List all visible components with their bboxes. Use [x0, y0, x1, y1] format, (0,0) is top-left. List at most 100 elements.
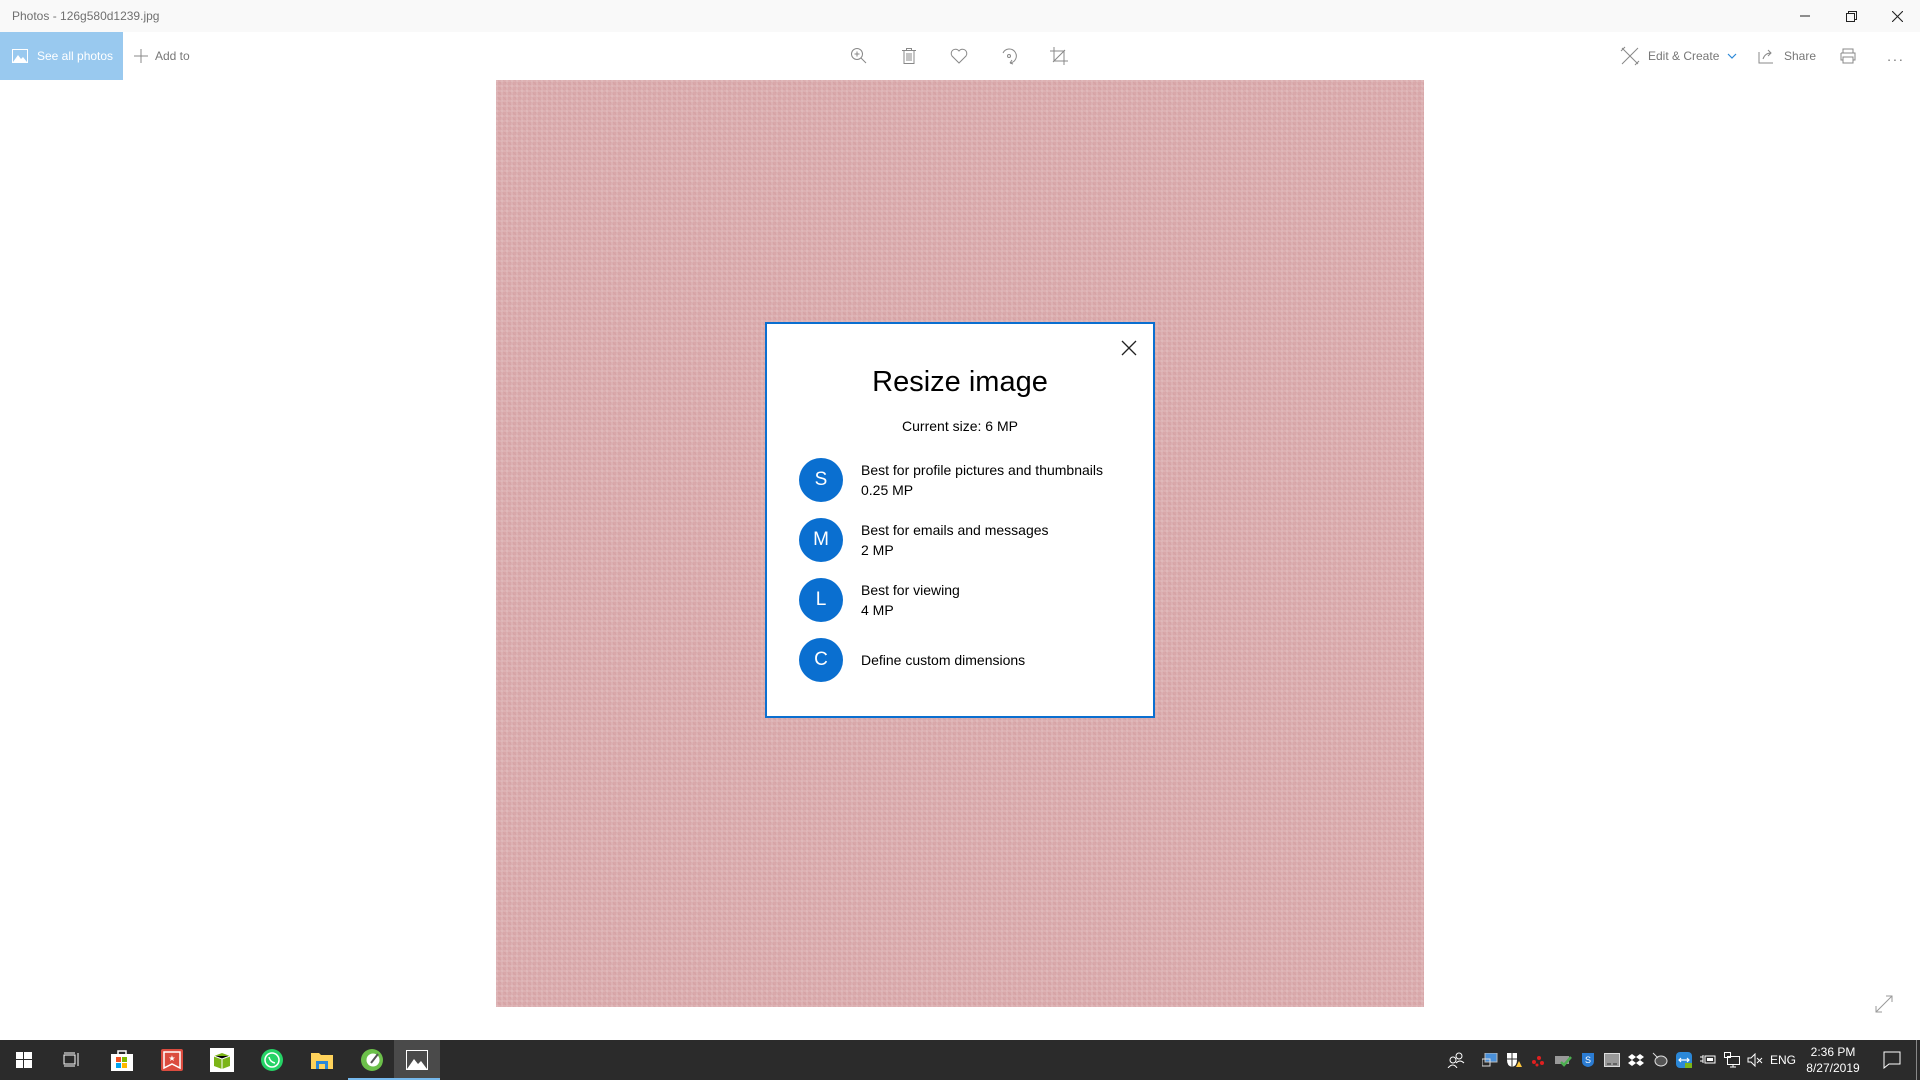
plus-icon [134, 49, 148, 63]
tray-volume[interactable] [1744, 1040, 1766, 1080]
print-button[interactable] [1832, 40, 1864, 72]
app-toolbar: See all photos Add to Edit & Create Shar… [0, 32, 1920, 80]
add-to-button[interactable]: Add to [134, 32, 190, 80]
store-icon [111, 1050, 133, 1071]
resize-option-medium[interactable]: M Best for emails and messages 2 MP [799, 516, 1139, 564]
shield-warning-icon [1507, 1053, 1522, 1067]
start-button[interactable] [0, 1040, 48, 1080]
option-badge: S [799, 458, 843, 502]
crop-button[interactable] [1043, 40, 1075, 72]
close-icon [1121, 340, 1137, 356]
tray-dropbox[interactable] [1626, 1040, 1646, 1080]
photos-icon [406, 1050, 428, 1070]
taskbar-whatsapp[interactable] [248, 1040, 296, 1080]
tray-speaker-device[interactable] [1650, 1040, 1670, 1080]
whatsapp-icon [261, 1049, 283, 1071]
option-badge: L [799, 578, 843, 622]
taskbar-file-explorer[interactable] [298, 1040, 346, 1080]
see-all-photos-button[interactable]: See all photos [0, 32, 123, 80]
current-size: Current size: 6 MP [902, 418, 1018, 434]
resize-option-custom[interactable]: C Define custom dimensions [799, 636, 1139, 684]
tray-remote-icon[interactable] [1480, 1040, 1500, 1080]
rotate-button[interactable] [993, 40, 1025, 72]
print-icon [1840, 48, 1856, 64]
dialog-close-button[interactable] [1117, 336, 1141, 360]
speaker-device-icon [1652, 1052, 1668, 1067]
close-icon [1891, 10, 1903, 22]
delete-button[interactable] [893, 40, 925, 72]
expand-icon [1875, 995, 1893, 1013]
taskbar-photos[interactable] [394, 1040, 440, 1080]
photo-icon [12, 49, 28, 63]
folder-icon [311, 1053, 333, 1069]
share-button[interactable]: Share [1758, 32, 1816, 80]
green-circle-app-icon [361, 1049, 383, 1071]
restore-button[interactable] [1828, 0, 1874, 32]
title-bar: Photos - 126g580d1239.jpg [0, 0, 1920, 32]
taskbar-microsoft-store[interactable] [98, 1040, 146, 1080]
wunderlist-icon: ★ [161, 1049, 183, 1071]
people-icon [1447, 1052, 1465, 1068]
task-view-icon [63, 1052, 79, 1067]
red-dots-icon [1532, 1056, 1544, 1067]
add-to-label: Add to [155, 49, 190, 63]
svg-text:★: ★ [168, 1054, 175, 1063]
fullscreen-button[interactable] [1873, 993, 1895, 1015]
windows-icon [16, 1052, 32, 1068]
option-size: 4 MP [861, 602, 894, 618]
taskbar-wunderlist[interactable]: ★ [148, 1040, 196, 1080]
option-size: 2 MP [861, 542, 894, 558]
tray-security-warning[interactable] [1504, 1040, 1524, 1080]
share-icon [1758, 49, 1773, 64]
people-button[interactable] [1444, 1040, 1468, 1080]
input-language[interactable]: ENG [1768, 1040, 1798, 1080]
option-label: Best for profile pictures and thumbnails [861, 462, 1104, 478]
dialog-title: Resize image [872, 366, 1048, 398]
share-label: Share [1784, 49, 1817, 63]
option-badge: M [799, 518, 843, 562]
green-box-icon [210, 1048, 234, 1072]
taskbar-green-box-app[interactable] [198, 1040, 246, 1080]
tray-display[interactable] [1602, 1040, 1622, 1080]
action-center-button[interactable] [1872, 1040, 1912, 1080]
sophos-shield-icon: S [1582, 1053, 1594, 1067]
option-badge: C [799, 638, 843, 682]
tray-red-dots[interactable] [1528, 1040, 1548, 1080]
show-desktop-button[interactable] [1916, 1040, 1917, 1080]
clock-date: 8/27/2019 [1806, 1061, 1860, 1075]
more-icon: ... [1887, 48, 1905, 64]
tray-backup[interactable] [1552, 1040, 1574, 1080]
network-icon [1724, 1052, 1740, 1068]
backup-check-icon [1555, 1056, 1572, 1067]
edit-create-icon [1620, 46, 1640, 66]
taskbar-green-circle-app[interactable] [348, 1040, 396, 1080]
chevron-down-icon [1727, 53, 1737, 59]
edit-create-button[interactable]: Edit & Create [1620, 32, 1745, 80]
volume-muted-icon [1747, 1053, 1763, 1067]
favorite-button[interactable] [943, 40, 975, 72]
window-title: Photos - 126g580d1239.jpg [12, 9, 160, 23]
zoom-button[interactable] [843, 40, 875, 72]
tray-network[interactable] [1722, 1040, 1742, 1080]
svg-text:S: S [1585, 1055, 1591, 1065]
minimize-button[interactable] [1782, 0, 1828, 32]
resize-option-small[interactable]: S Best for profile pictures and thumbnai… [799, 456, 1139, 504]
zoom-in-icon [851, 48, 867, 64]
tray-battery[interactable] [1698, 1040, 1718, 1080]
restore-icon [1845, 10, 1857, 22]
more-button[interactable]: ... [1880, 40, 1912, 72]
minimize-icon [1800, 15, 1810, 17]
option-label: Best for emails and messages [861, 522, 1049, 538]
battery-plug-icon [1700, 1055, 1716, 1064]
taskbar-clock[interactable]: 2:36 PM 8/27/2019 [1798, 1044, 1868, 1076]
tray-sophos[interactable]: S [1578, 1040, 1598, 1080]
resize-option-large[interactable]: L Best for viewing 4 MP [799, 576, 1139, 624]
close-button[interactable] [1874, 0, 1920, 32]
trash-icon [902, 48, 916, 64]
tray-teamviewer[interactable] [1674, 1040, 1694, 1080]
remote-desktop-icon [1482, 1053, 1498, 1067]
edit-create-label: Edit & Create [1648, 49, 1720, 63]
task-view-button[interactable] [48, 1040, 96, 1080]
taskbar: ★ S ENG 2:36 PM 8/27/2019 [0, 1040, 1920, 1080]
resize-image-dialog: Resize image Current size: 6 MP S Best f… [765, 322, 1155, 718]
